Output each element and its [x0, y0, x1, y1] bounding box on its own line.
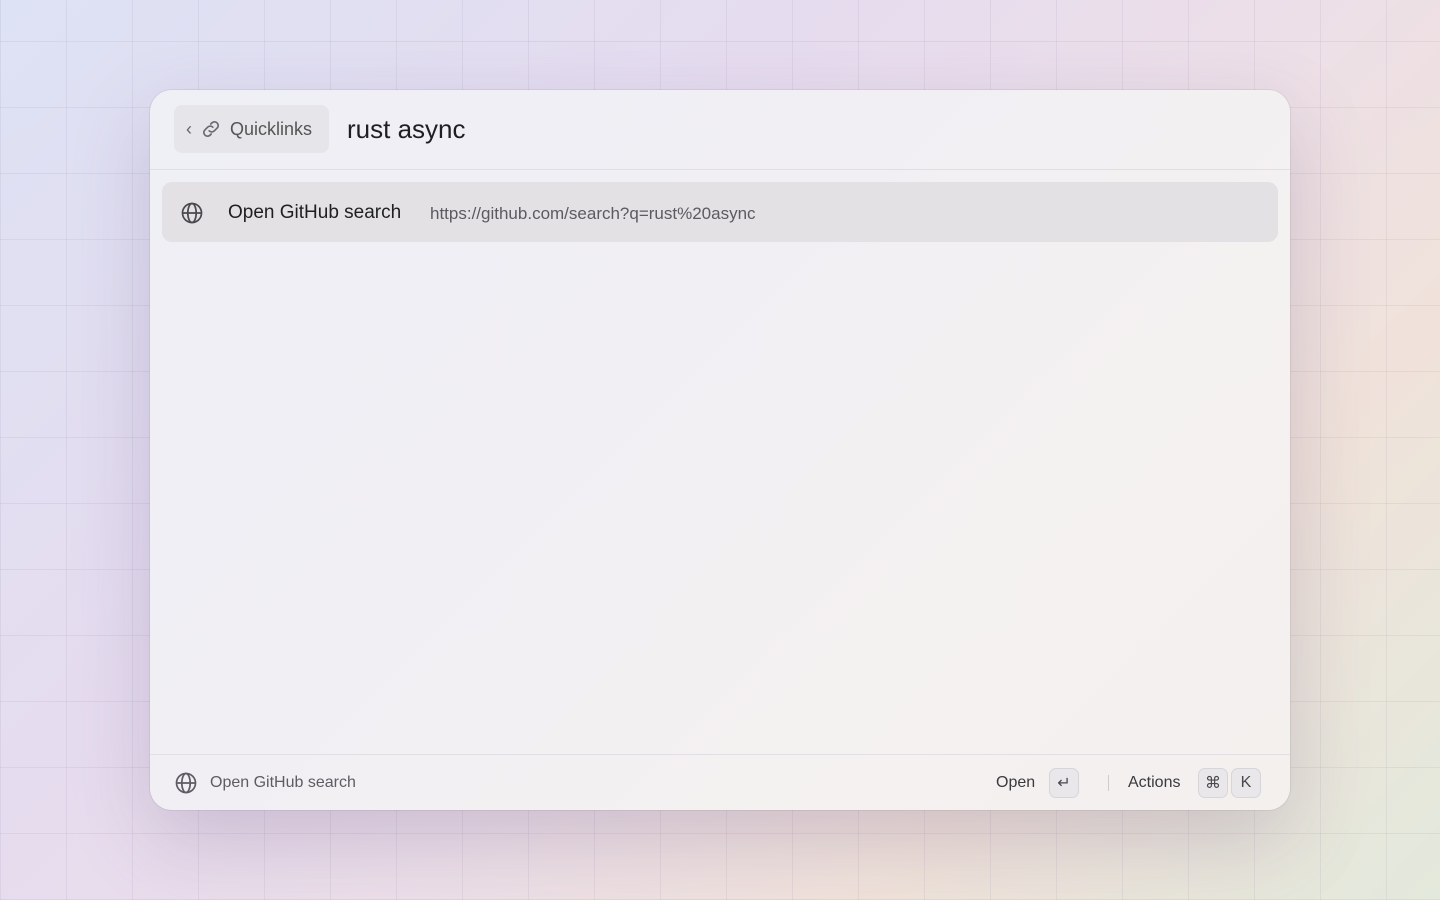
- back-button-quicklinks[interactable]: ‹ Quicklinks: [174, 105, 329, 153]
- open-action-button[interactable]: Open: [996, 772, 1035, 794]
- launcher-window: ‹ Quicklinks rust async Open GitHub sear…: [150, 90, 1290, 810]
- action-bar: Open GitHub search Open ↵ Actions ⌘ K: [150, 754, 1290, 810]
- actions-button[interactable]: Actions: [1128, 772, 1180, 794]
- result-subtitle: https://github.com/search?q=rust%20async: [430, 204, 756, 223]
- k-key-icon: K: [1232, 769, 1260, 797]
- command-key-icon: ⌘: [1199, 769, 1227, 797]
- action-bar-status: Open GitHub search: [210, 774, 356, 791]
- globe-icon: [175, 772, 197, 794]
- link-icon: [203, 121, 219, 137]
- globe-icon: [181, 202, 203, 224]
- chevron-left-icon: ‹: [186, 118, 192, 139]
- search-input[interactable]: rust async: [347, 112, 466, 146]
- back-button-label: Quicklinks: [230, 118, 313, 139]
- footer-divider: [1108, 775, 1109, 791]
- result-row-open-github-search[interactable]: Open GitHub search https://github.com/se…: [162, 182, 1278, 242]
- search-header: ‹ Quicklinks rust async: [150, 90, 1290, 170]
- return-key-icon: ↵: [1050, 769, 1078, 797]
- result-title: Open GitHub search: [228, 202, 402, 223]
